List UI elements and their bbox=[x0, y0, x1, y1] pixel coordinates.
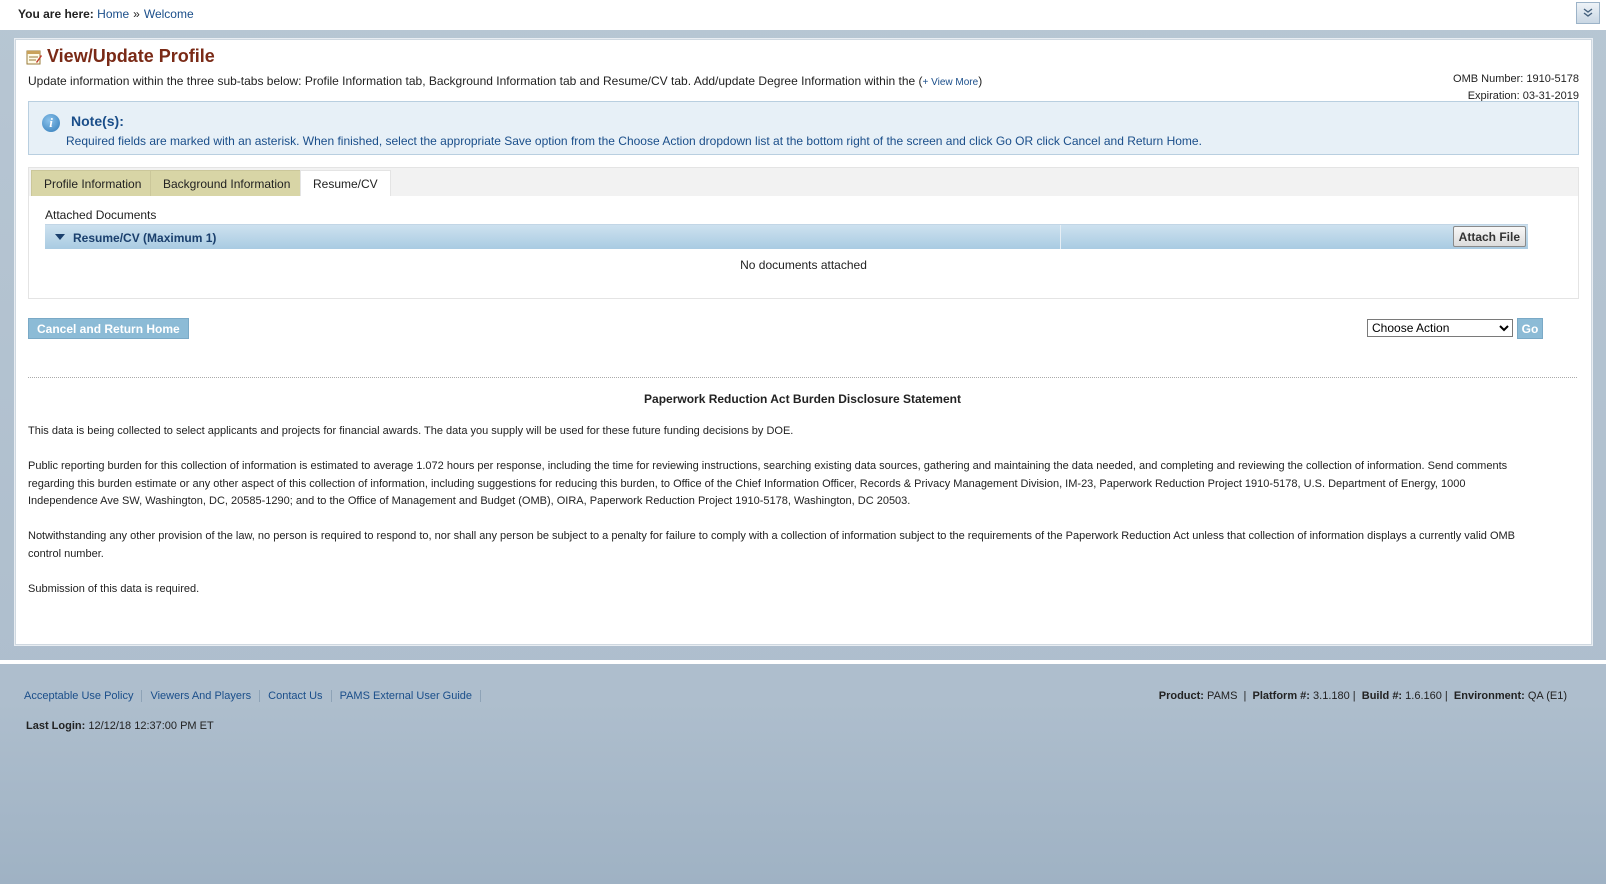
intro-text: Update information within the three sub-… bbox=[28, 74, 982, 88]
breadcrumb-separator: » bbox=[133, 7, 140, 21]
no-documents-message: No documents attached bbox=[740, 258, 867, 272]
resume-section-title: Resume/CV (Maximum 1) bbox=[73, 231, 217, 245]
footer-link-acceptable-use-policy[interactable]: Acceptable Use Policy bbox=[20, 690, 143, 702]
product-label: Product: bbox=[1158, 690, 1204, 702]
tabs-container: Profile Information Background Informati… bbox=[28, 167, 1579, 299]
chevron-double-down-icon bbox=[1583, 8, 1593, 17]
pra-paragraph-2: Public reporting burden for this collect… bbox=[28, 460, 1508, 507]
last-login-label: Last Login: bbox=[26, 720, 86, 732]
cancel-and-return-home-button[interactable]: Cancel and Return Home bbox=[28, 318, 189, 339]
resume-section-header[interactable]: Resume/CV (Maximum 1) Attach File bbox=[45, 224, 1528, 249]
tab-resume-cv[interactable]: Resume/CV bbox=[300, 170, 391, 196]
tab-profile-information[interactable]: Profile Information bbox=[31, 170, 155, 196]
build-value: 1.6.160 bbox=[1405, 690, 1442, 702]
top-bar: You are here: Home » Welcome bbox=[0, 0, 1606, 30]
note-text: Required fields are marked with an aster… bbox=[66, 134, 1202, 148]
omb-number: OMB Number: 1910-5178 bbox=[1453, 73, 1579, 85]
notepad-icon bbox=[26, 50, 42, 64]
breadcrumb-welcome-link[interactable]: Welcome bbox=[144, 7, 194, 21]
view-more-link[interactable]: + View More bbox=[923, 77, 979, 88]
last-login: Last Login: 12/12/18 12:37:00 PM ET bbox=[26, 720, 214, 732]
info-icon: i bbox=[42, 114, 60, 132]
intro-close: ) bbox=[978, 74, 983, 88]
footer-version-info: Product: PAMS | Platform #: 3.1.180 | Bu… bbox=[1158, 690, 1567, 702]
footer-link-viewers-and-players[interactable]: Viewers And Players bbox=[146, 690, 261, 702]
environment-label: Environment: bbox=[1453, 690, 1525, 702]
footer-link-contact-us[interactable]: Contact Us bbox=[264, 690, 332, 702]
pra-paragraph-3: Notwithstanding any other provision of t… bbox=[28, 530, 1516, 560]
build-label: Build #: bbox=[1361, 690, 1403, 702]
breadcrumb: You are here: Home » Welcome bbox=[18, 7, 194, 21]
main-panel: View/Update Profile Update information w… bbox=[15, 39, 1592, 645]
omb-info: OMB Number: 1910-5178 Expiration: 03-31-… bbox=[1453, 71, 1579, 105]
pra-paragraph-1: This data is being collected to select a… bbox=[28, 425, 794, 437]
footer-links: Acceptable Use Policy Viewers And Player… bbox=[20, 690, 485, 702]
pra-title: Paperwork Reduction Act Burden Disclosur… bbox=[644, 392, 961, 406]
tab-background-information[interactable]: Background Information bbox=[150, 170, 304, 196]
pra-paragraph-4: Submission of this data is required. bbox=[28, 583, 200, 595]
note-box: i Note(s): Required fields are marked wi… bbox=[28, 101, 1579, 155]
product-value: PAMS bbox=[1207, 690, 1238, 702]
last-login-value: 12/12/18 12:37:00 PM ET bbox=[88, 720, 214, 732]
attached-documents-label: Attached Documents bbox=[45, 208, 157, 222]
triangle-down-icon[interactable] bbox=[55, 234, 65, 240]
page-title-row: View/Update Profile bbox=[26, 46, 215, 67]
choose-action-select[interactable]: Choose Action bbox=[1367, 319, 1513, 337]
header-divider bbox=[1060, 225, 1061, 249]
tab-strip: Profile Information Background Informati… bbox=[29, 168, 1578, 196]
breadcrumb-prefix: You are here: bbox=[18, 7, 94, 21]
page-title: View/Update Profile bbox=[47, 46, 215, 66]
attach-file-button[interactable]: Attach File bbox=[1452, 226, 1526, 247]
footer-link-pams-external-user-guide[interactable]: PAMS External User Guide bbox=[336, 690, 482, 702]
footer-divider bbox=[0, 660, 1606, 664]
section-divider bbox=[28, 377, 1577, 378]
note-title: Note(s): bbox=[71, 113, 124, 129]
intro-body: Update information within the three sub-… bbox=[28, 74, 923, 88]
collapse-header-button[interactable] bbox=[1576, 2, 1600, 24]
environment-value: QA (E1) bbox=[1527, 690, 1567, 702]
platform-value: 3.1.180 bbox=[1313, 690, 1350, 702]
breadcrumb-home-link[interactable]: Home bbox=[97, 7, 129, 21]
go-button[interactable]: Go bbox=[1517, 318, 1543, 339]
platform-label: Platform #: bbox=[1252, 690, 1310, 702]
